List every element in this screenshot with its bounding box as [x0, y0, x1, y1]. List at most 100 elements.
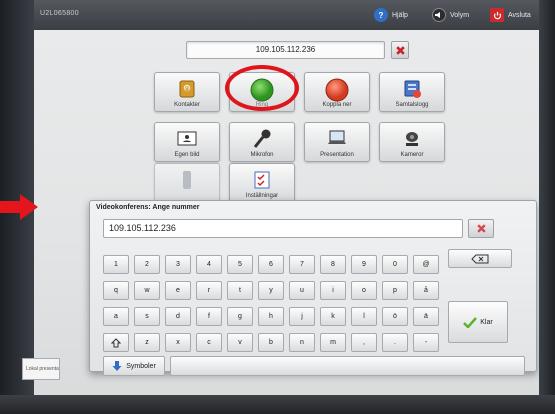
tile-hidden-left[interactable] — [154, 163, 220, 203]
key-t[interactable]: t — [227, 281, 253, 300]
help-button[interactable]: ? Hjälp — [374, 5, 408, 25]
help-icon: ? — [374, 8, 388, 22]
power-icon — [490, 8, 504, 22]
tile-contacts[interactable]: @ Kontakter — [154, 72, 220, 112]
key-8[interactable]: 8 — [320, 255, 346, 274]
backspace-icon — [471, 254, 489, 263]
key-z[interactable]: z — [134, 333, 160, 352]
key-j[interactable]: j — [289, 307, 315, 326]
clear-x-icon — [476, 224, 486, 233]
key-0[interactable]: 0 — [382, 255, 408, 274]
key-e[interactable]: e — [165, 281, 191, 300]
key-m[interactable]: m — [320, 333, 346, 352]
tile-microphone[interactable]: Mikrofon — [229, 122, 295, 162]
status-strip: Lokal presentation — [22, 358, 60, 380]
speaker-icon — [432, 8, 446, 22]
exit-button[interactable]: Avsluta — [490, 5, 531, 25]
tile-label: Kontakter — [174, 102, 200, 108]
key-4[interactable]: 4 — [196, 255, 222, 274]
space-bar[interactable] — [170, 356, 525, 376]
dialog-title: Videokonferens: Ange nummer — [96, 204, 200, 211]
tile-presentation[interactable]: Presentation — [304, 122, 370, 162]
exit-label: Avsluta — [508, 11, 531, 19]
tile-hangup[interactable]: Koppla ner — [304, 72, 370, 112]
shift-key[interactable] — [103, 333, 129, 352]
tile-label: Egen bild — [174, 152, 200, 158]
camera-icon — [401, 128, 423, 150]
tile-label: Inställningar — [245, 193, 279, 199]
key-at[interactable]: @ — [413, 255, 439, 274]
tile-label: Mikrofon — [250, 152, 274, 158]
key-p[interactable]: p — [382, 281, 408, 300]
help-label: Hjälp — [392, 11, 408, 19]
key-comma[interactable]: , — [351, 333, 377, 352]
key-2[interactable]: 2 — [134, 255, 160, 274]
key-n[interactable]: n — [289, 333, 315, 352]
grey-bar-icon — [176, 169, 198, 191]
tile-label: Samtalslogg — [395, 102, 429, 108]
key-r[interactable]: r — [196, 281, 222, 300]
key-6[interactable]: 6 — [258, 255, 284, 274]
key-3[interactable]: 3 — [165, 255, 191, 274]
symbols-label: Symboler — [126, 362, 156, 370]
svg-text:@: @ — [185, 86, 190, 92]
tile-self-view[interactable]: Egen bild — [154, 122, 220, 162]
key-k[interactable]: k — [320, 307, 346, 326]
key-s[interactable]: s — [134, 307, 160, 326]
key-l[interactable]: l — [351, 307, 377, 326]
key-a[interactable]: a — [103, 307, 129, 326]
key-7[interactable]: 7 — [289, 255, 315, 274]
key-q[interactable]: q — [103, 281, 129, 300]
key-b[interactable]: b — [258, 333, 284, 352]
key-i[interactable]: i — [320, 281, 346, 300]
key-g[interactable]: g — [227, 307, 253, 326]
tile-cameras[interactable]: Kameror — [379, 122, 445, 162]
volume-button[interactable]: Volym — [432, 5, 469, 25]
settings-checklist-icon — [251, 169, 273, 191]
annotation-arrow-icon — [0, 194, 38, 220]
arrow-down-icon — [112, 361, 122, 371]
backspace-key[interactable] — [448, 249, 512, 268]
tile-call-log[interactable]: Samtalslogg — [379, 72, 445, 112]
key-v[interactable]: v — [227, 333, 253, 352]
tile-label: Koppla ner — [322, 102, 352, 108]
key-d[interactable]: d — [165, 307, 191, 326]
volume-label: Volym — [450, 11, 470, 19]
key-c[interactable]: c — [196, 333, 222, 352]
monitor-bezel-right — [539, 0, 555, 414]
call-log-icon — [401, 78, 423, 100]
microphone-icon — [251, 128, 273, 150]
checkmark-icon — [463, 316, 478, 328]
key-o[interactable]: o — [351, 281, 377, 300]
address-clear-button[interactable] — [391, 41, 409, 59]
touch-screen: U2L065800 ? Hjälp Volym Avsluta 109.105.… — [34, 0, 539, 395]
key-9[interactable]: 9 — [351, 255, 377, 274]
photo-stage: U2L065800 ? Hjälp Volym Avsluta 109.105.… — [0, 0, 555, 414]
key-dash[interactable]: - — [413, 333, 439, 352]
address-field[interactable]: 109.105.112.236 — [186, 41, 385, 59]
monitor-bezel-bottom — [0, 395, 555, 414]
red-hangup-icon — [324, 77, 350, 103]
key-w[interactable]: w — [134, 281, 160, 300]
key-1[interactable]: 1 — [103, 255, 129, 274]
key-o-umlaut[interactable]: ö — [382, 307, 408, 326]
tile-settings[interactable]: Inställningar — [229, 163, 295, 203]
key-x[interactable]: x — [165, 333, 191, 352]
key-f[interactable]: f — [196, 307, 222, 326]
tile-label: Kameror — [400, 152, 424, 158]
clear-x-icon — [395, 45, 405, 55]
number-entry-dialog: Videokonferens: Ange nummer 109.105.112.… — [89, 200, 537, 376]
key-h[interactable]: h — [258, 307, 284, 326]
number-input[interactable]: 109.105.112.236 — [103, 219, 463, 238]
key-period[interactable]: . — [382, 333, 408, 352]
key-y[interactable]: y — [258, 281, 284, 300]
key-u[interactable]: u — [289, 281, 315, 300]
symbols-button[interactable]: Symboler — [103, 356, 165, 376]
laptop-icon — [326, 128, 348, 150]
key-a-umlaut[interactable]: ä — [413, 307, 439, 326]
done-button[interactable]: Klar — [448, 301, 508, 343]
key-a-ring[interactable]: å — [413, 281, 439, 300]
dialog-clear-button[interactable] — [468, 219, 494, 238]
key-5[interactable]: 5 — [227, 255, 253, 274]
device-id: U2L065800 — [40, 10, 79, 17]
